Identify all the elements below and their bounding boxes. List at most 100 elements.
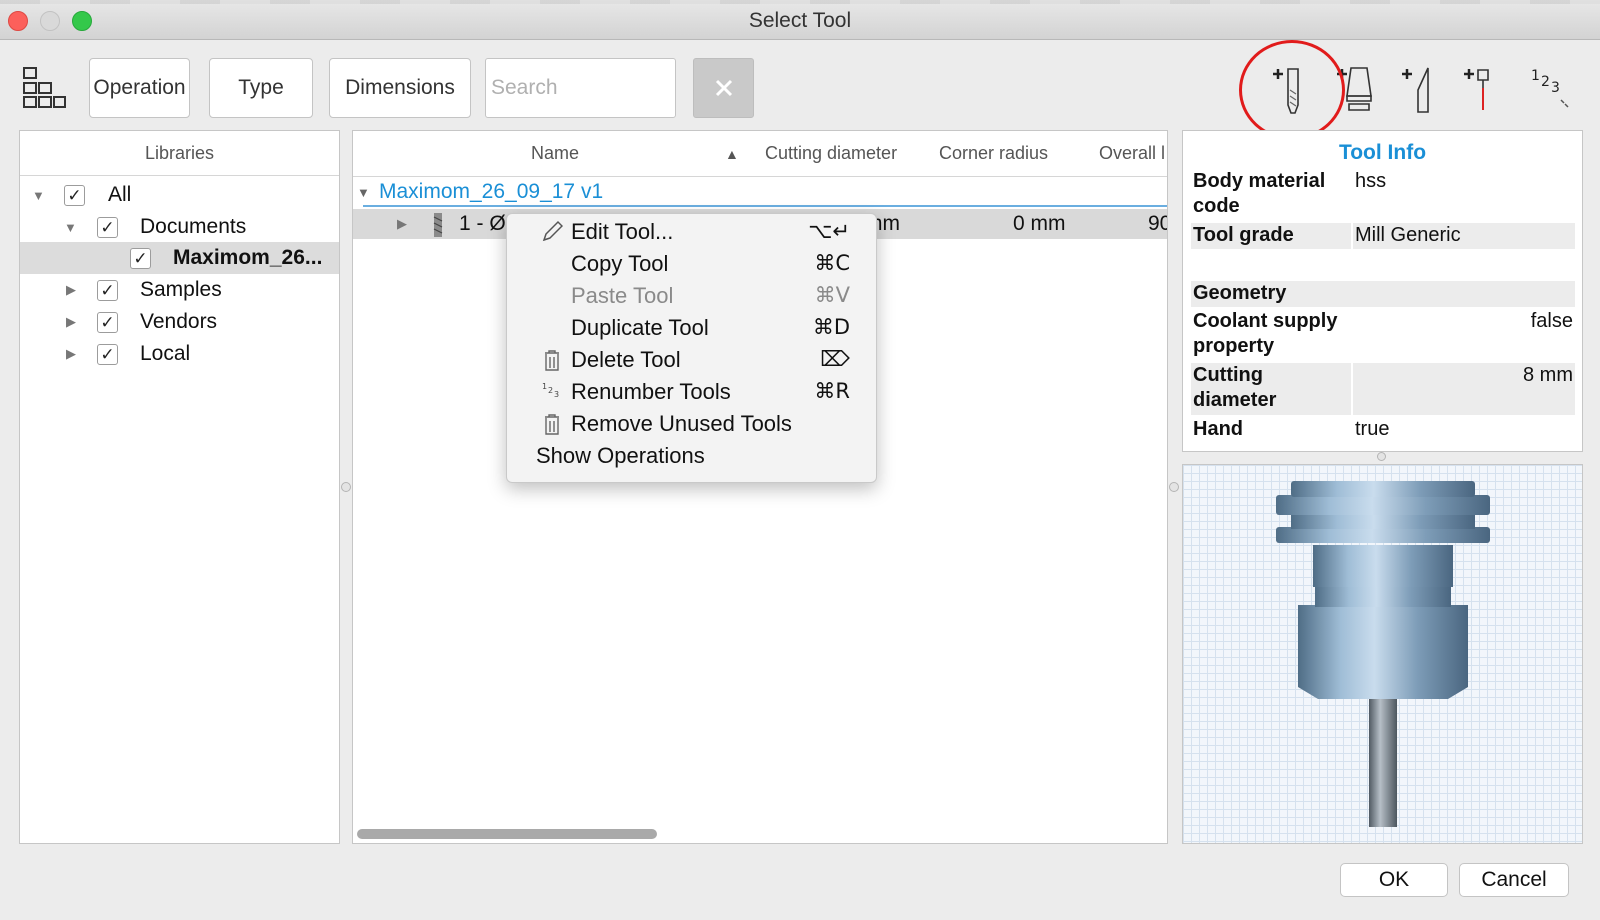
menu-item-label: Renumber Tools [571, 379, 731, 404]
title-bar-decoration [0, 0, 1600, 4]
info-key: Body material [1193, 170, 1326, 192]
svg-text:2: 2 [548, 386, 553, 395]
menu-item-show-operations[interactable]: Show Operations [507, 440, 876, 472]
add-probe-icon[interactable] [1462, 60, 1512, 116]
menu-item-delete-tool[interactable]: Delete Tool ⌦ [507, 344, 876, 376]
tree-item-label: Samples [140, 278, 222, 301]
menu-item-paste-tool[interactable]: Paste Tool ⌘V [507, 280, 876, 312]
tree-item-all[interactable]: ▼ ✓ All [20, 179, 339, 211]
tree-item-documents[interactable]: ▼ ✓ Documents [20, 211, 339, 243]
disclosure-expanded-icon[interactable]: ▼ [32, 188, 45, 203]
checkbox-checked-icon[interactable]: ✓ [97, 311, 118, 333]
dimensions-filter-button[interactable]: Dimensions [329, 58, 471, 118]
menu-item-shortcut: ⌘R [814, 379, 850, 403]
menu-item-label: Duplicate Tool [571, 315, 709, 340]
column-header-name[interactable]: Name [531, 131, 579, 176]
info-value: 8 mm [1523, 364, 1573, 386]
context-menu: Edit Tool... ⌥↵ Copy Tool ⌘C Paste Tool … [506, 213, 877, 483]
info-value: Mill Generic [1355, 224, 1461, 246]
checkbox-checked-icon[interactable]: ✓ [97, 216, 118, 238]
column-header-corner-radius[interactable]: Corner radius [939, 131, 1048, 176]
tree-item-label: Vendors [140, 310, 218, 333]
info-value: hss [1355, 170, 1387, 192]
checkbox-checked-icon[interactable]: ✓ [130, 247, 151, 269]
checkbox-checked-icon[interactable]: ✓ [64, 184, 85, 206]
close-icon [715, 79, 732, 97]
tree-item-vendors[interactable]: ▶ ✓ Vendors [20, 306, 339, 338]
cell-divider [1351, 223, 1353, 249]
menu-item-shortcut: ⌘D [812, 315, 850, 339]
renumber-tools-icon[interactable]: 1 2 3 [1527, 60, 1577, 116]
menu-item-remove-unused-tools[interactable]: Remove Unused Tools [507, 408, 876, 440]
tree-item-label: Documents [140, 215, 247, 238]
tool-info-title: Tool Info [1338, 141, 1427, 164]
cancel-button[interactable]: Cancel [1459, 863, 1569, 897]
tool-holder-model-image [1276, 481, 1490, 827]
info-section-heading: Geometry [1193, 282, 1287, 304]
tree-item-label: Local [140, 342, 191, 365]
info-key: code [1193, 195, 1240, 217]
menu-item-renumber-tools[interactable]: 1 2 3 Renumber Tools ⌘R [507, 376, 876, 408]
disclosure-expanded-icon[interactable]: ▼ [357, 185, 370, 200]
disclosure-collapsed-icon[interactable]: ▶ [66, 346, 76, 362]
end-mill-icon [433, 213, 443, 237]
search-input[interactable] [485, 58, 676, 118]
info-key: Hand [1193, 418, 1243, 440]
clear-search-button[interactable] [693, 58, 754, 118]
sort-ascending-icon[interactable]: ▲ [725, 131, 739, 176]
vertical-splitter-handle[interactable] [1377, 452, 1386, 461]
window-title: Select Tool [748, 9, 852, 32]
info-row-hand: Hand true [1191, 417, 1575, 443]
checkbox-checked-icon[interactable]: ✓ [97, 343, 118, 365]
info-row-cutting-diameter: Cutting diameter 8 mm [1191, 363, 1575, 415]
title-bar: Select Tool [0, 0, 1600, 40]
tree-item-local[interactable]: ▶ ✓ Local [20, 338, 339, 370]
menu-item-label: Delete Tool [571, 347, 681, 372]
disclosure-collapsed-icon[interactable]: ▶ [66, 282, 76, 298]
type-filter-button[interactable]: Type [209, 58, 313, 118]
library-group-row[interactable]: ▼ Maximom_26_09_17 v1 [353, 177, 1167, 207]
horizontal-scrollbar[interactable] [357, 829, 657, 839]
libraries-panel: Libraries ▼ ✓ All ▼ ✓ Documents ✓ Maximo… [19, 130, 340, 844]
corner-radius-cell: 0 mm [1013, 212, 1066, 235]
cell-divider [1351, 363, 1353, 415]
library-grid-icon[interactable] [22, 67, 66, 109]
overall-length-cell: 90 [1148, 212, 1167, 235]
column-header-cutting-diameter[interactable]: Cutting diameter [765, 131, 897, 176]
tree-item-samples[interactable]: ▶ ✓ Samples [20, 274, 339, 306]
disclosure-expanded-icon[interactable]: ▼ [64, 220, 77, 235]
info-key: Tool grade [1193, 224, 1294, 246]
tree-item-maximom[interactable]: ✓ Maximom_26... [20, 242, 339, 274]
splitter-handle[interactable] [1169, 482, 1179, 492]
menu-item-duplicate-tool[interactable]: Duplicate Tool ⌘D [507, 312, 876, 344]
info-key: Coolant supply [1193, 310, 1338, 332]
splitter-handle[interactable] [341, 482, 351, 492]
renumber-icon: 1 2 3 [542, 382, 559, 399]
add-turning-tool-icon[interactable] [1400, 60, 1450, 116]
menu-item-shortcut: ⌥↵ [808, 219, 850, 243]
ok-button[interactable]: OK [1340, 863, 1448, 897]
tool-info-panel: Tool Info Body material code hss Tool gr… [1182, 130, 1583, 452]
menu-item-shortcut: ⌘C [814, 251, 850, 275]
disclosure-collapsed-icon[interactable]: ▶ [66, 314, 76, 330]
library-group-label: Maximom_26_09_17 v1 [379, 180, 604, 203]
menu-item-shortcut: ⌘V [814, 283, 850, 307]
checkbox-checked-icon[interactable]: ✓ [97, 279, 118, 301]
menu-item-edit-tool[interactable]: Edit Tool... ⌥↵ [507, 216, 876, 248]
menu-item-label: Remove Unused Tools [571, 411, 792, 436]
info-key: Cutting [1193, 364, 1263, 386]
menu-item-label: Show Operations [536, 443, 705, 468]
menu-item-copy-tool[interactable]: Copy Tool ⌘C [507, 248, 876, 280]
menu-item-label: Paste Tool [571, 283, 674, 308]
tree-item-label: All [108, 183, 132, 206]
operation-filter-button[interactable]: Operation [89, 58, 190, 118]
disclosure-collapsed-icon[interactable]: ▶ [397, 216, 407, 232]
tree-item-label: Maximom_26... [173, 246, 323, 269]
svg-text:2: 2 [1541, 74, 1550, 90]
tool-3d-preview[interactable] [1182, 464, 1583, 844]
add-holder-icon[interactable] [1335, 60, 1385, 116]
column-header-overall-length[interactable]: Overall l [1099, 131, 1165, 176]
info-row-coolant-supply: Coolant supply property false [1191, 309, 1575, 361]
add-milling-tool-icon[interactable] [1268, 60, 1318, 116]
select-tool-dialog: Select Tool Operation Type Dimensions Se… [0, 0, 1600, 920]
